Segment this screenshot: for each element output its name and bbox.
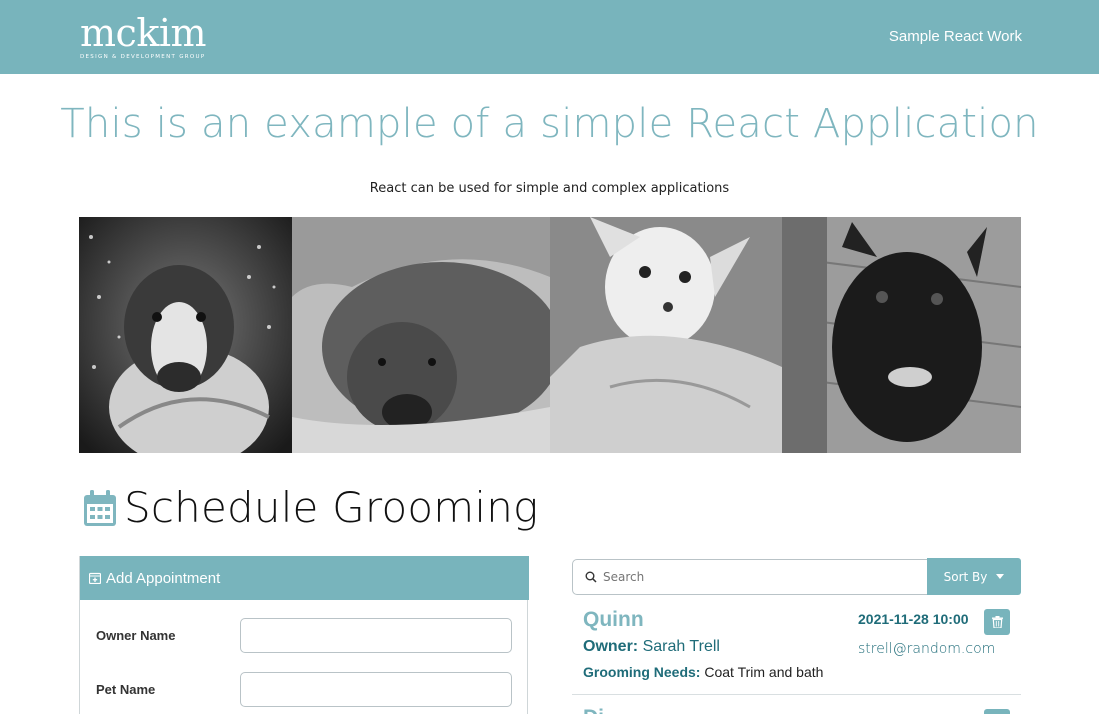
- add-appointment-label: Add Appointment: [106, 569, 221, 587]
- appointment-owner: Owner: Sarah Trell: [583, 638, 720, 656]
- trash-icon: [991, 616, 1003, 628]
- appointment-date: 2021-11-28 10:00: [858, 611, 969, 627]
- appointment-item: Di: [572, 696, 1021, 714]
- caret-down-icon: [996, 574, 1005, 579]
- search-input[interactable]: [603, 561, 923, 593]
- needs-label: Grooming Needs:: [583, 664, 701, 680]
- sort-by-label: Sort By: [943, 569, 988, 584]
- search-icon: [585, 571, 597, 583]
- hero-title: This is an example of a simple React App…: [60, 101, 1039, 147]
- calendar-icon: [84, 489, 116, 526]
- add-appointment-panel: Add Appointment Owner Name Pet Name: [79, 556, 529, 714]
- dog-photo-pitbull: [292, 217, 550, 453]
- appointment-needs: Grooming Needs: Coat Trim and bath: [583, 664, 823, 680]
- dog-photo-strip: [79, 217, 1021, 453]
- mckim-logo[interactable]: mckim DESIGN & DEVELOPMENT GROUP: [80, 11, 207, 60]
- add-appointment-toggle[interactable]: Add Appointment: [80, 556, 529, 600]
- dog-photo-chihuahua: [550, 217, 782, 453]
- owner-name-input[interactable]: [240, 618, 512, 653]
- owner-name-row: Owner Name: [96, 618, 512, 653]
- schedule-heading: Schedule Grooming: [82, 483, 538, 532]
- owner-name-label: Owner Name: [96, 628, 176, 643]
- pet-name-label: Pet Name: [96, 682, 156, 697]
- owner-label: Owner:: [583, 638, 639, 655]
- search-box: [572, 559, 928, 595]
- calendar-plus-icon: [89, 572, 101, 584]
- dog-photo-boxer: [79, 217, 292, 453]
- appointment-item: Quinn Owner: Sarah Trell Grooming Needs:…: [572, 603, 1021, 695]
- delete-appointment-button[interactable]: [984, 609, 1010, 635]
- pet-name-row: Pet Name: [96, 672, 512, 707]
- needs-text: Coat Trim and bath: [704, 664, 824, 680]
- nav-link-sample-react-work[interactable]: Sample React Work: [889, 28, 1022, 45]
- delete-appointment-button[interactable]: [984, 709, 1010, 714]
- pet-name-input[interactable]: [240, 672, 512, 707]
- appointment-email: strell@random.com: [858, 641, 996, 657]
- dog-photo-french-bulldog: [782, 217, 1021, 453]
- appointment-pet-name[interactable]: Di: [583, 706, 604, 714]
- appointment-pet-name[interactable]: Quinn: [583, 608, 644, 632]
- owner-name: Sarah Trell: [642, 638, 720, 655]
- sort-by-button[interactable]: Sort By: [927, 558, 1021, 595]
- hero-subtitle: React can be used for simple and complex…: [369, 181, 730, 196]
- logo-wordmark: mckim: [80, 11, 207, 55]
- schedule-title: Schedule Grooming: [124, 483, 539, 532]
- top-navbar: mckim DESIGN & DEVELOPMENT GROUP Sample …: [0, 0, 1099, 74]
- logo-tagline: DESIGN & DEVELOPMENT GROUP: [80, 54, 206, 60]
